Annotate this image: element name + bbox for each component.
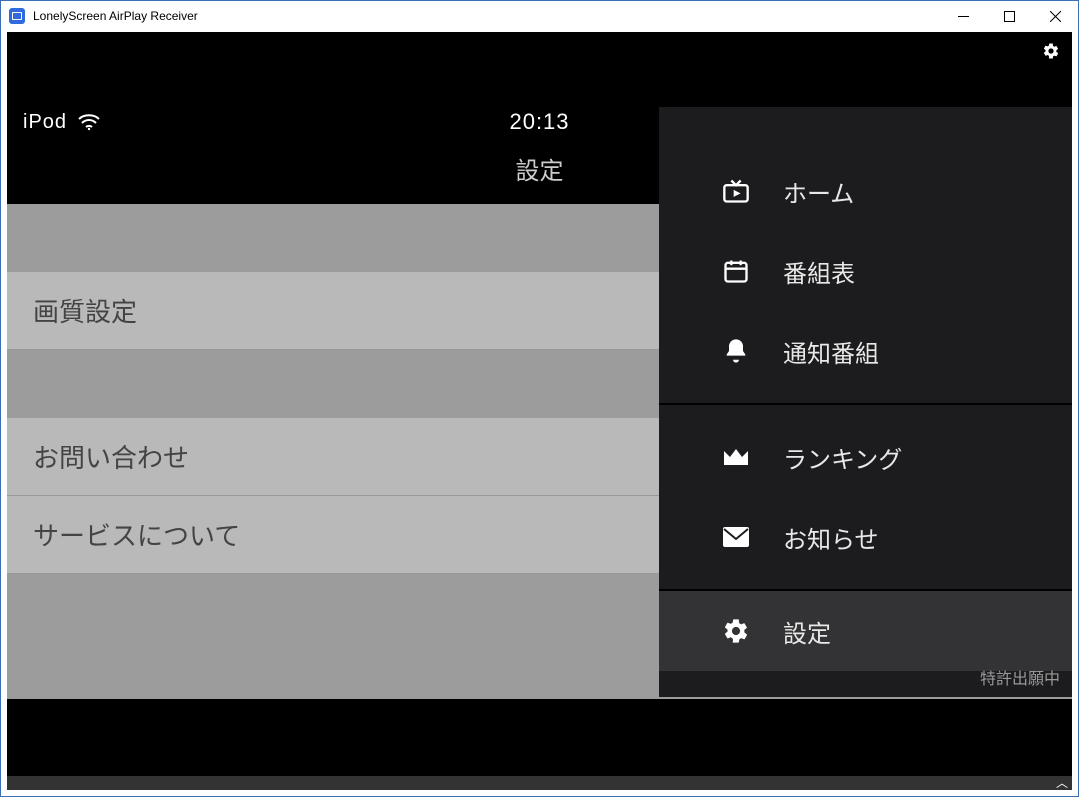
- patent-label: 特許出願中: [980, 665, 1060, 689]
- minimize-button[interactable]: [940, 1, 986, 31]
- window-controls: [940, 1, 1078, 31]
- menu-item-settings[interactable]: 設定: [659, 591, 1072, 671]
- app-window: LonelyScreen AirPlay Receiver iPod 20:13: [0, 0, 1079, 797]
- menu-label: ランキング: [783, 440, 902, 475]
- calendar-icon: [721, 256, 751, 286]
- menu-item-ranking[interactable]: ランキング: [659, 417, 1072, 497]
- app-icon: [9, 8, 25, 24]
- settings-row-label: 画質設定: [33, 292, 137, 329]
- app-bottom-bar: ︿: [7, 776, 1072, 790]
- menu-label: 番組表: [783, 254, 855, 289]
- side-menu: ホーム 番組表 通知番組 ランキング: [659, 107, 1072, 697]
- menu-label: お知らせ: [783, 520, 879, 555]
- crown-icon: [721, 442, 751, 472]
- menu-item-schedule[interactable]: 番組表: [659, 231, 1072, 311]
- mirrored-screen: iPod 20:13 ⚡︎ 設定: [7, 107, 1072, 697]
- app-settings-icon[interactable]: [1042, 42, 1060, 60]
- tv-icon: [721, 176, 751, 206]
- settings-row-label: サービスについて: [33, 516, 240, 553]
- menu-label: 通知番組: [783, 334, 879, 369]
- menu-item-home[interactable]: ホーム: [659, 151, 1072, 231]
- menu-item-news[interactable]: お知らせ: [659, 497, 1072, 577]
- device-label: iPod: [23, 111, 67, 134]
- titlebar: LonelyScreen AirPlay Receiver: [1, 1, 1078, 31]
- maximize-button[interactable]: [986, 1, 1032, 31]
- airplay-viewport: iPod 20:13 ⚡︎ 設定: [7, 32, 1072, 790]
- wifi-icon: [77, 113, 101, 131]
- gear-icon: [721, 616, 751, 646]
- settings-row-label: お問い合わせ: [33, 438, 189, 475]
- close-button[interactable]: [1032, 1, 1078, 31]
- menu-item-notifications[interactable]: 通知番組: [659, 311, 1072, 391]
- window-title: LonelyScreen AirPlay Receiver: [33, 9, 198, 23]
- mail-icon: [721, 522, 751, 552]
- expand-up-icon[interactable]: ︿: [1056, 778, 1068, 788]
- bell-icon: [721, 336, 751, 366]
- menu-label: ホーム: [783, 174, 854, 209]
- menu-label: 設定: [783, 614, 831, 649]
